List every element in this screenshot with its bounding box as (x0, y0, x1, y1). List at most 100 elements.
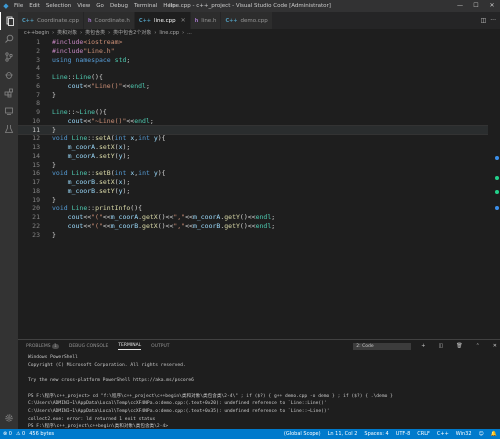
close-button[interactable]: ✕ (484, 0, 500, 12)
terminal-line: collect2.exe: error: ld returned 1 exit … (28, 416, 156, 422)
menu-help[interactable]: Help (163, 3, 176, 9)
breadcrumb-item[interactable]: 类和对象 (57, 29, 77, 38)
breadcrumb-item[interactable]: 类中包含2个对象 (113, 29, 151, 38)
tab-line-h[interactable]: h line.h (190, 12, 222, 29)
minimize-button[interactable]: — (452, 0, 468, 12)
code-line[interactable]: 21 cout<<"("<<m_coorA.getX()<<","<<m_coo… (18, 213, 488, 222)
code-editor[interactable]: 1 #include<iostream> 2 #include"Line.h" 3 usi… (17, 38, 489, 338)
menu-view[interactable]: View (77, 3, 90, 9)
code-line[interactable]: 14 m_coorA.setY(y); (18, 152, 488, 161)
breadcrumb-item[interactable]: 类包含类 (85, 29, 105, 38)
bottom-panel: PROBLEMS 1 DEBUG CONSOLE TERMINAL OUTPUT… (18, 339, 500, 429)
terminal-select[interactable]: 2: Code (353, 342, 412, 350)
code-line[interactable]: 20 void Line::printInfo(){ (18, 204, 488, 213)
code-line[interactable]: 23} (18, 231, 488, 240)
line-number: 11 (32, 125, 40, 134)
menu-selection[interactable]: Selection (46, 3, 71, 9)
tab-problems[interactable]: PROBLEMS 1 (26, 343, 59, 349)
menu-debug[interactable]: Debug (110, 3, 128, 9)
encoding[interactable]: UTF-8 (396, 431, 411, 437)
close-tab-icon[interactable]: ✕ (181, 17, 186, 24)
maximize-panel-icon[interactable]: ⌃ (476, 343, 480, 349)
code-line[interactable]: 2 #include"Line.h" (18, 47, 488, 56)
panel-header: PROBLEMS 1 DEBUG CONSOLE TERMINAL OUTPUT… (18, 340, 500, 352)
close-panel-icon[interactable]: ✕ (493, 343, 497, 349)
code-line[interactable]: 13 m_coorA.setX(x); (18, 143, 488, 152)
code-line[interactable]: 7} (18, 91, 488, 100)
code-text: Line::Line(){ (52, 73, 103, 81)
source-control-icon[interactable] (0, 48, 18, 66)
tab-coordinate-h[interactable]: h Coordinate.h (83, 12, 135, 29)
breadcrumb-item[interactable]: line.cpp (159, 29, 179, 38)
line-ending[interactable]: CRLF (417, 431, 430, 437)
breadcrumb-item[interactable]: c++begin (24, 29, 49, 38)
tab-line-cpp[interactable]: C++ line.cpp ✕ (134, 12, 191, 29)
tab-label: line.cpp (153, 17, 176, 24)
language-mode[interactable]: C++ (437, 431, 449, 437)
code-line[interactable]: 9 Line::~Line(){ (18, 108, 488, 117)
code-text: cout<<"~Line()"<<endl; (67, 116, 154, 125)
header-file-icon: h (194, 17, 199, 24)
add-terminal-icon[interactable]: + (421, 343, 425, 349)
breadcrumb-item[interactable]: ... (187, 29, 192, 38)
code-line[interactable]: 15} (18, 161, 488, 170)
feedback-icon[interactable]: ☺ (479, 431, 484, 437)
test-icon[interactable] (0, 120, 18, 138)
gear-icon[interactable] (0, 409, 18, 427)
code-line[interactable]: 4 (18, 64, 488, 73)
editor-tabs: C++ Coordinate.cpp h Coordinate.h C++ li… (18, 12, 500, 29)
file-size: 456 bytes (29, 431, 55, 437)
tab-coordinate-cpp[interactable]: C++ Coordinate.cpp (18, 12, 84, 29)
code-line[interactable]: 1 #include<iostream> (18, 38, 488, 47)
tab-demo-cpp[interactable]: C++ demo.cpp (221, 12, 273, 29)
extensions-icon[interactable] (0, 84, 18, 102)
tab-output[interactable]: OUTPUT (151, 344, 169, 349)
platform[interactable]: Win32 (456, 431, 472, 437)
warnings-indicator[interactable]: ⚠ 0 (16, 431, 25, 437)
errors-indicator[interactable]: ⊗ 0 (3, 431, 12, 437)
debug-icon[interactable] (0, 66, 18, 84)
code-line[interactable]: 22 cout<<"("<<m_coorB.getX()<<","<<m_coo… (18, 222, 488, 231)
code-line[interactable]: 6 cout<<"Line()"<<endl; (18, 82, 488, 91)
more-actions-icon[interactable]: ··· (490, 17, 496, 24)
code-line[interactable]: 17 m_coorB.setX(x); (18, 178, 488, 187)
bell-icon[interactable]: 🔔 (491, 431, 497, 437)
code-line[interactable]: 18 m_coorB.setY(y); (18, 187, 488, 196)
tab-debug-console[interactable]: DEBUG CONSOLE (69, 344, 108, 349)
code-line[interactable]: 8 (18, 99, 488, 108)
menu-edit[interactable]: Edit (29, 3, 40, 9)
breadcrumb: c++begin › 类和对象 › 类包含类 › 类中包含2个对象 › line.cpp… (24, 29, 192, 38)
cpp-file-icon: C++ (22, 17, 35, 24)
line-number: 6 (36, 81, 40, 90)
code-line[interactable]: 16 void Line::setB(int x,int y){ (18, 169, 488, 178)
cursor-position[interactable]: Ln 11, Col 2 (328, 431, 358, 437)
explorer-icon[interactable] (0, 12, 18, 30)
scope-indicator[interactable]: (Global Scope) (284, 431, 321, 437)
maximize-button[interactable]: ☐ (468, 0, 484, 12)
status-bar: ⊗ 0 ⚠ 0 456 bytes (Global Scope) Ln 11, … (0, 429, 500, 439)
code-line[interactable]: 19} (18, 196, 488, 205)
split-editor-icon[interactable]: ◫ (481, 17, 487, 24)
split-terminal-icon[interactable]: ◫ (439, 343, 444, 349)
code-text: cout<<"Line()"<<endl; (67, 81, 150, 90)
remote-explorer-icon[interactable] (0, 102, 18, 120)
code-line[interactable]: 12 void Line::setA(int x,int y){ (18, 134, 488, 143)
code-line[interactable]: 11} (17, 124, 489, 136)
indentation[interactable]: Spaces: 4 (364, 431, 388, 437)
scroll-marker (495, 206, 499, 210)
menu-file[interactable]: File (14, 3, 23, 9)
line-number: 13 (32, 143, 40, 151)
code-line[interactable]: 3 using namespace std; (18, 56, 488, 65)
minimap[interactable] (488, 38, 500, 338)
menu-go[interactable]: Go (96, 3, 104, 9)
trash-icon[interactable]: 🗑 (456, 343, 462, 349)
menu-terminal[interactable]: Terminal (134, 3, 157, 9)
search-icon[interactable] (0, 30, 18, 48)
tab-terminal[interactable]: TERMINAL (118, 343, 142, 350)
code-line[interactable]: 5 Line::Line(){ (18, 73, 488, 82)
terminal-line: PS F:\程序\c++_project> cd "f:\程序\c++_proj… (28, 393, 393, 399)
code-line[interactable]: 10 cout<<"~Line()"<<endl; (18, 117, 488, 126)
code-text: } (52, 160, 56, 169)
terminal-output[interactable]: Windows PowerShell Copyright (C) Microsof… (18, 352, 500, 433)
line-number: 1 (36, 38, 40, 46)
